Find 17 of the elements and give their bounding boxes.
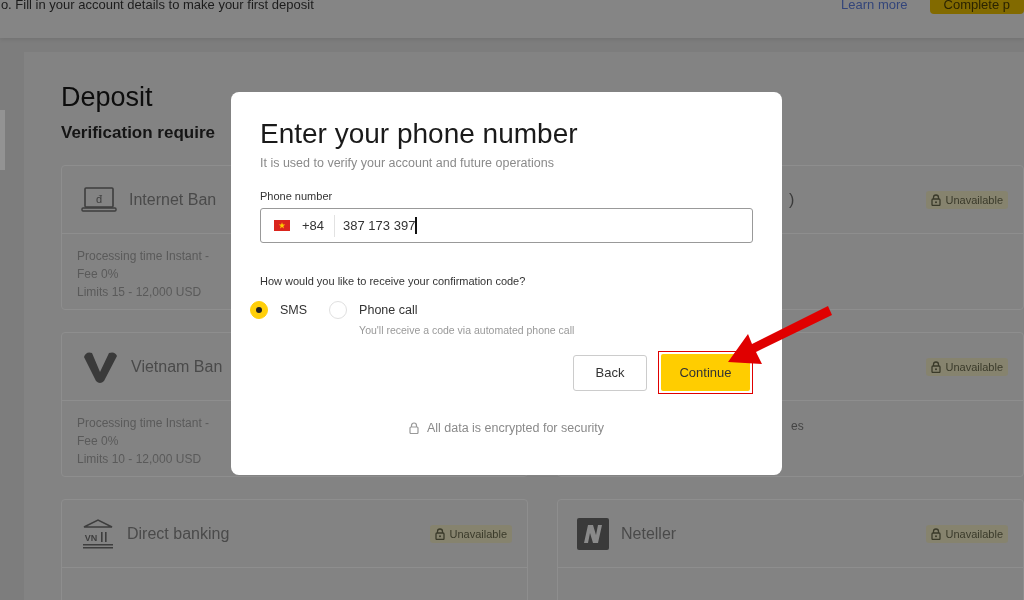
badge-text: Unavailable (945, 527, 1003, 540)
badge-text: Unavailable (449, 527, 507, 540)
code-question: How would you like to receive your confirmation code? (260, 275, 527, 287)
badge-text: Unavailable (945, 193, 1003, 206)
method-name: Direct banking (127, 524, 230, 543)
method-detail: es (791, 418, 804, 435)
field-label: Phone number (260, 190, 334, 202)
method-name: Vietnam Ban (131, 357, 223, 376)
method-name: Internet Ban (129, 190, 217, 209)
phone-value: 387 173 397 (343, 218, 416, 233)
dialog-title: Enter your phone number (260, 118, 579, 150)
section-title: Verification require (61, 123, 215, 143)
dialog-subtitle: It is used to verify your account and future operations (260, 156, 555, 170)
page-title: Deposit (61, 82, 154, 113)
badge-text: Unavailable (945, 360, 1003, 373)
method-name: Neteller (621, 524, 677, 543)
method-name: ) (789, 190, 795, 209)
